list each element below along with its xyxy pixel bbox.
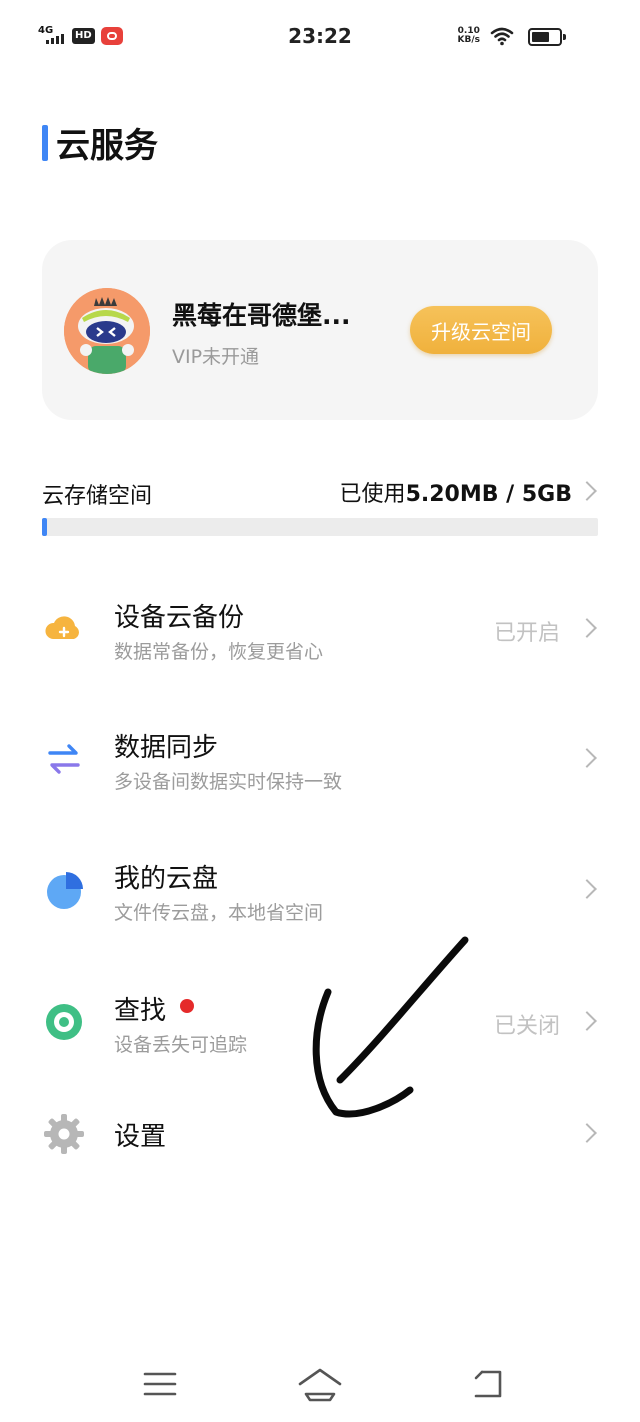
system-nav-bar (0, 1350, 640, 1422)
menu-item-subtitle: 文件传云盘，本地省空间 (114, 902, 324, 924)
chevron-right-icon (577, 879, 597, 899)
battery-icon (528, 28, 566, 46)
menu-item-subtitle: 设备丢失可追踪 (114, 1034, 248, 1056)
storage-used-value: 5.20MB / 5GB (405, 482, 572, 507)
menu-item-settings[interactable]: 设置 (42, 1100, 598, 1170)
menu-item-subtitle: 数据常备份，恢复更省心 (114, 641, 324, 663)
status-right: 0.10 KB/s (458, 26, 514, 46)
status-bar: 4G HD 23:22 0.10 KB/s (0, 0, 640, 72)
menu-item-title: 数据同步 (114, 733, 219, 763)
menu-item-cloud-backup[interactable]: 设备云备份 数据常备份，恢复更省心 已开启 (42, 585, 598, 685)
vip-status: VIP未开通 (172, 346, 260, 368)
storage-label: 云存储空间 (42, 484, 153, 509)
menu-item-subtitle: 多设备间数据实时保持一致 (114, 771, 343, 793)
back-icon[interactable] (464, 1364, 512, 1404)
menu-item-find[interactable]: 查找 设备丢失可追踪 已关闭 (42, 980, 598, 1080)
menu-item-state: 已关闭 (493, 1014, 560, 1039)
menu-item-cloud-drive[interactable]: 我的云盘 文件传云盘，本地省空间 (42, 848, 598, 948)
chevron-right-icon (577, 1123, 597, 1143)
page-header: 云服务 (42, 118, 158, 167)
upgrade-storage-button[interactable]: 升级云空间 (410, 306, 552, 354)
chevron-right-icon (577, 618, 597, 638)
menu-item-title: 设备云备份 (114, 603, 245, 633)
chevron-right-icon (577, 1011, 597, 1031)
storage-usage: 已使用5.20MB / 5GB (340, 476, 572, 508)
locate-icon (46, 1004, 82, 1040)
sync-icon (48, 744, 80, 774)
chevron-right-icon (577, 748, 597, 768)
menu-item-title: 设置 (114, 1122, 167, 1152)
wifi-icon (490, 27, 514, 46)
avatar[interactable] (64, 288, 150, 374)
menu-item-title-text: 查找 (114, 996, 167, 1026)
speed-unit: KB/s (457, 35, 480, 45)
chevron-right-icon (577, 481, 597, 501)
storage-used-prefix: 已使用 (339, 482, 406, 507)
menu-item-title: 查找 (114, 990, 195, 1027)
network-speed: 0.10 KB/s (458, 27, 480, 45)
avatar-robot-icon (64, 288, 150, 374)
pie-chart-icon (47, 872, 83, 909)
account-card[interactable]: 黑莓在哥德堡... VIP未开通 升级云空间 (42, 240, 598, 420)
gear-icon (44, 1114, 84, 1154)
menu-item-data-sync[interactable]: 数据同步 多设备间数据实时保持一致 (42, 717, 598, 817)
page-title: 云服务 (56, 126, 158, 166)
menu-icon[interactable] (136, 1364, 184, 1404)
cloud-icon (45, 616, 79, 639)
alert-dot (180, 998, 195, 1013)
storage-progress-bar (42, 518, 598, 536)
title-accent-bar (42, 124, 48, 161)
storage-row[interactable]: 云存储空间 已使用5.20MB / 5GB (42, 470, 598, 510)
storage-progress-fill (42, 518, 47, 536)
menu-item-title: 我的云盘 (114, 864, 219, 894)
home-icon[interactable] (296, 1364, 344, 1404)
menu-item-state: 已开启 (493, 621, 560, 646)
account-name: 黑莓在哥德堡... (172, 301, 351, 330)
